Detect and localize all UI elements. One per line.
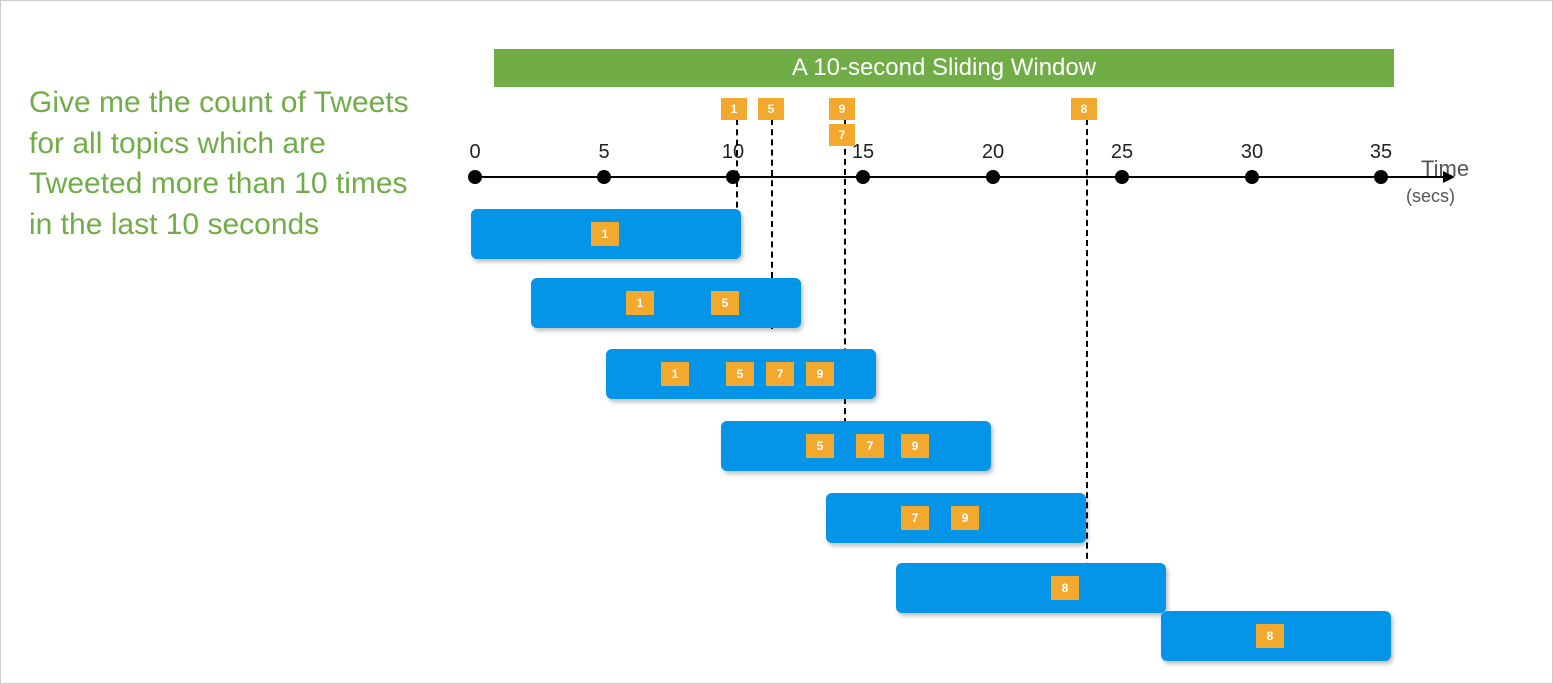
window-item: 5 [806, 434, 834, 458]
window-item: 9 [951, 506, 979, 530]
tick-dot [1115, 170, 1129, 184]
tick-label: 5 [598, 141, 609, 164]
window-item: 8 [1051, 576, 1079, 600]
guide-line [844, 119, 846, 464]
tick-label: 35 [1370, 141, 1392, 164]
window-item: 8 [1256, 624, 1284, 648]
sliding-window: 1 [471, 209, 741, 259]
event-marker: 7 [829, 124, 855, 146]
sliding-window: 1579 [606, 349, 876, 399]
tick-dot [1374, 170, 1388, 184]
tick-label: 15 [852, 141, 874, 164]
window-item: 1 [591, 222, 619, 246]
event-marker: 9 [829, 98, 855, 120]
event-marker: 8 [1071, 98, 1097, 120]
tick-dot [597, 170, 611, 184]
tick-dot [468, 170, 482, 184]
query-caption: Give me the count of Tweets for all topi… [29, 83, 424, 245]
tick-dot [986, 170, 1000, 184]
window-banner: A 10-second Sliding Window [494, 49, 1394, 87]
sliding-window: 8 [1161, 611, 1391, 661]
sliding-window: 579 [721, 421, 991, 471]
tick-dot [1245, 170, 1259, 184]
tick-dot [856, 170, 870, 184]
window-item: 9 [806, 362, 834, 386]
window-item: 1 [661, 362, 689, 386]
tick-label: 0 [469, 141, 480, 164]
sliding-window: 8 [896, 563, 1166, 613]
tick-label: 30 [1241, 141, 1263, 164]
window-item: 7 [766, 362, 794, 386]
sliding-window: 79 [826, 493, 1086, 543]
window-item: 9 [901, 434, 929, 458]
window-item: 7 [856, 434, 884, 458]
event-marker: 5 [758, 98, 784, 120]
tick-label: 10 [722, 141, 744, 164]
window-item: 7 [901, 506, 929, 530]
event-marker: 1 [721, 98, 747, 120]
sliding-window: 15 [531, 278, 801, 328]
window-item: 5 [726, 362, 754, 386]
window-item: 1 [626, 291, 654, 315]
window-item: 5 [711, 291, 739, 315]
arrow-icon [1443, 171, 1455, 183]
axis-unit: (secs) [1406, 186, 1455, 207]
guide-line [1086, 119, 1088, 589]
time-axis [475, 176, 1445, 178]
tick-label: 25 [1111, 141, 1133, 164]
tick-label: 20 [982, 141, 1004, 164]
